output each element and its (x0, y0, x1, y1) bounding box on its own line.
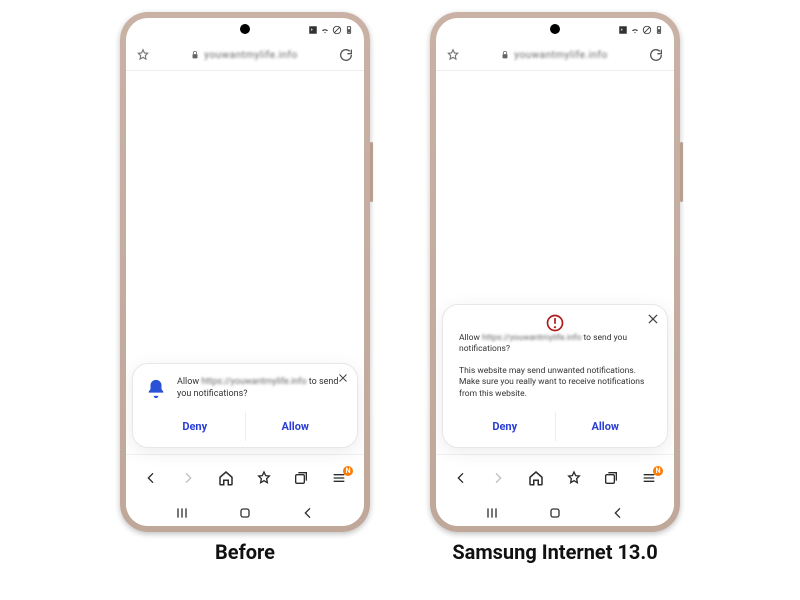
msg-site: https://youwantmylife.info (201, 377, 306, 387)
screen-right: youwantmylife.info (436, 18, 674, 526)
menu-icon[interactable]: N (329, 468, 349, 488)
page-content: Allow https://youwantmylife.info to send… (126, 71, 364, 454)
bell-icon (145, 378, 167, 400)
url-display[interactable]: youwantmylife.info (156, 50, 332, 61)
right-column: youwantmylife.info (430, 12, 680, 564)
warning-icon (545, 313, 565, 333)
recents-button[interactable] (483, 504, 501, 522)
home-button[interactable] (546, 504, 564, 522)
warn-line2: This website may send unwanted notificat… (455, 366, 655, 400)
bookmark-star-icon[interactable] (446, 48, 460, 62)
popup-body: Allow https://youwantmylife.info to send… (145, 376, 345, 400)
back-button[interactable] (609, 504, 627, 522)
power-button (680, 142, 683, 202)
popup-actions: Deny Allow (455, 412, 655, 441)
browser-toolbar: N (436, 454, 674, 500)
caption-left: Before (215, 540, 275, 564)
battery-icon (344, 25, 354, 35)
address-bar: youwantmylife.info (126, 40, 364, 71)
reload-icon[interactable] (648, 47, 664, 63)
menu-badge: N (343, 466, 353, 476)
system-navigation-bar (126, 500, 364, 526)
popup-message: Allow https://youwantmylife.info to send… (177, 376, 345, 400)
caption-right: Samsung Internet 13.0 (452, 540, 657, 564)
wifi-icon (320, 25, 330, 35)
reload-icon[interactable] (338, 47, 354, 63)
battery-icon (654, 25, 664, 35)
deny-button[interactable]: Deny (145, 412, 245, 441)
home-button[interactable] (236, 504, 254, 522)
nav-forward-icon (178, 468, 198, 488)
msg-site: https://youwantmylife.info (482, 333, 581, 343)
close-icon[interactable] (645, 311, 661, 327)
bottom-stack: N (436, 454, 674, 526)
phone-frame-right: youwantmylife.info (430, 12, 680, 532)
allow-button[interactable]: Allow (555, 412, 656, 441)
phone-frame-left: youwantmylife.info (120, 12, 370, 532)
browser-toolbar: N (126, 454, 364, 500)
address-bar: youwantmylife.info (436, 40, 674, 71)
comparison-stage: youwantmylife.info (0, 0, 800, 600)
no-sim-icon (642, 25, 652, 35)
tabs-icon[interactable] (291, 468, 311, 488)
bottom-stack: N (126, 454, 364, 526)
bookmark-star-icon[interactable] (136, 48, 150, 62)
nfc-icon (308, 25, 318, 35)
deny-button[interactable]: Deny (455, 412, 555, 441)
popup-actions: Deny Allow (145, 412, 345, 441)
menu-badge: N (653, 466, 663, 476)
bookmarks-icon[interactable] (254, 468, 274, 488)
page-content: Allow https://youwantmylife.info to send… (436, 71, 674, 454)
bookmarks-icon[interactable] (564, 468, 584, 488)
notification-permission-warning-popup: Allow https://youwantmylife.info to send… (442, 304, 668, 448)
tabs-icon[interactable] (601, 468, 621, 488)
no-sim-icon (332, 25, 342, 35)
power-button (370, 142, 373, 202)
screen-left: youwantmylife.info (126, 18, 364, 526)
msg-prefix: Allow (459, 333, 482, 343)
home-icon[interactable] (216, 468, 236, 488)
nav-forward-icon (488, 468, 508, 488)
msg-prefix: Allow (177, 377, 201, 387)
wifi-icon (630, 25, 640, 35)
notification-permission-popup: Allow https://youwantmylife.info to send… (132, 363, 358, 448)
url-text: youwantmylife.info (514, 50, 607, 61)
system-navigation-bar (436, 500, 674, 526)
left-column: youwantmylife.info (120, 12, 370, 564)
camera-punch-hole (240, 24, 250, 34)
nfc-icon (618, 25, 628, 35)
camera-punch-hole (550, 24, 560, 34)
recents-button[interactable] (173, 504, 191, 522)
menu-icon[interactable]: N (639, 468, 659, 488)
url-display[interactable]: youwantmylife.info (466, 50, 642, 61)
allow-button[interactable]: Allow (245, 412, 346, 441)
nav-back-icon[interactable] (141, 468, 161, 488)
lock-icon (190, 50, 200, 60)
home-icon[interactable] (526, 468, 546, 488)
nav-back-icon[interactable] (451, 468, 471, 488)
lock-icon (500, 50, 510, 60)
back-button[interactable] (299, 504, 317, 522)
url-text: youwantmylife.info (204, 50, 297, 61)
warn-line1: Allow https://youwantmylife.info to send… (455, 333, 655, 356)
